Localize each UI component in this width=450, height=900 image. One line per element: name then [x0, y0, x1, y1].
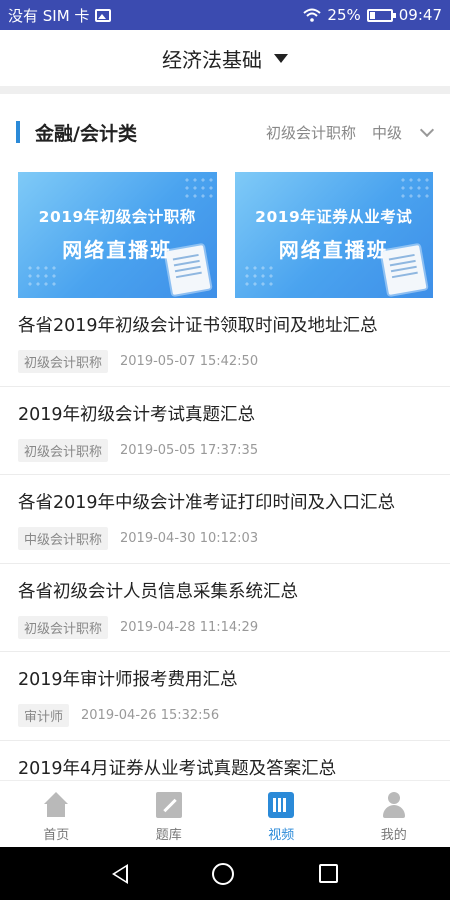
- article-tag: 审计师: [18, 704, 70, 727]
- list-item[interactable]: 2019年审计师报考费用汇总 审计师 2019-04-26 15:32:56: [0, 652, 450, 741]
- video-icon: [268, 792, 295, 818]
- article-time: 2019-05-07 15:42:50: [120, 354, 259, 369]
- tab-label: 首页: [43, 828, 70, 843]
- article-title: 各省2019年中级会计准考证打印时间及入口汇总: [18, 493, 396, 513]
- article-time: 2019-05-05 17:37:35: [120, 442, 259, 458]
- status-bar: 没有 SIM 卡 25% 09:47: [0, 0, 450, 30]
- expand-chevron-icon[interactable]: [419, 122, 435, 137]
- article-tag: 初级会计职称: [18, 350, 109, 373]
- category-title: 金融/会计类: [35, 122, 137, 145]
- article-tag: 初级会计职称: [18, 615, 109, 639]
- home-circle-icon[interactable]: [212, 862, 235, 885]
- tab-video[interactable]: 视频: [225, 781, 338, 847]
- list-item[interactable]: 各省2019年中级会计准考证打印时间及入口汇总 中级会计职称 2019-04-3…: [0, 475, 450, 564]
- battery-percent: 25%: [327, 6, 361, 24]
- article-tag: 中级会计职称: [18, 527, 109, 550]
- back-icon[interactable]: [112, 863, 129, 884]
- article-title: 2019年审计师报考费用汇总: [18, 670, 238, 690]
- tab-home[interactable]: 首页: [0, 781, 113, 847]
- banner-junior-accounting[interactable]: 2019年初级会计职称 网络直播班: [18, 172, 217, 298]
- list-item[interactable]: 各省初级会计人员信息采集系统汇总 初级会计职称 2019-04-28 11:14…: [0, 564, 450, 652]
- tab-profile[interactable]: 我的: [338, 781, 450, 847]
- document-illustration-icon: [381, 245, 427, 295]
- edit-icon: [155, 792, 182, 818]
- clock: 09:47: [398, 6, 442, 24]
- article-list: 各省2019年初级会计证书领取时间及地址汇总 初级会计职称 2019-05-07…: [0, 298, 450, 829]
- tab-label: 我的: [380, 828, 407, 843]
- category-header: 金融/会计类 初级会计职称 中级: [0, 112, 450, 152]
- tab-label: 题库: [155, 828, 182, 843]
- list-item[interactable]: 各省2019年初级会计证书领取时间及地址汇总 初级会计职称 2019-05-07…: [0, 298, 450, 387]
- tab-question-bank[interactable]: 题库: [113, 781, 226, 847]
- home-icon: [43, 792, 69, 818]
- article-tag: 初级会计职称: [18, 438, 109, 462]
- list-item[interactable]: 2019年初级会计考试真题汇总 初级会计职称 2019-05-05 17:37:…: [0, 387, 450, 475]
- carrier-text: 没有 SIM 卡: [8, 6, 90, 25]
- user-icon: [381, 792, 407, 818]
- battery-icon: [366, 8, 396, 22]
- category-tag-intermediate[interactable]: 中级: [372, 122, 402, 143]
- system-nav-bar: [0, 847, 450, 900]
- article-title: 各省2019年初级会计证书领取时间及地址汇总: [18, 316, 378, 336]
- wifi-icon: [303, 8, 322, 22]
- article-time: 2019-04-30 10:12:03: [120, 531, 259, 546]
- recent-apps-icon[interactable]: [318, 864, 338, 883]
- category-tag-junior[interactable]: 初级会计职称: [266, 122, 356, 143]
- bottom-tab-bar: 首页 题库 视频 我的: [0, 780, 450, 847]
- subject-selector[interactable]: 经济法基础: [0, 30, 450, 86]
- banner-title: 2019年证券从业考试: [255, 208, 413, 226]
- article-time: 2019-04-28 11:14:29: [120, 619, 259, 635]
- page-title: 经济法基础: [162, 47, 262, 72]
- document-illustration-icon: [164, 245, 211, 295]
- banner-row: 2019年初级会计职称 网络直播班 2019年证券从业考试 网络直播班: [18, 172, 433, 298]
- divider: [0, 86, 450, 94]
- banner-title: 2019年初级会计职称: [38, 208, 196, 226]
- article-title: 各省初级会计人员信息采集系统汇总: [18, 581, 298, 602]
- article-title: 2019年初级会计考试真题汇总: [18, 404, 256, 425]
- article-time: 2019-04-26 15:32:56: [81, 708, 220, 723]
- banner-securities[interactable]: 2019年证券从业考试 网络直播班: [234, 172, 433, 298]
- tab-label: 视频: [268, 828, 295, 843]
- accent-bar: [16, 121, 20, 143]
- dropdown-arrow-icon: [274, 53, 288, 63]
- article-title: 2019年4月证券从业考试真题及答案汇总: [18, 758, 337, 779]
- image-notification-icon: [95, 8, 112, 22]
